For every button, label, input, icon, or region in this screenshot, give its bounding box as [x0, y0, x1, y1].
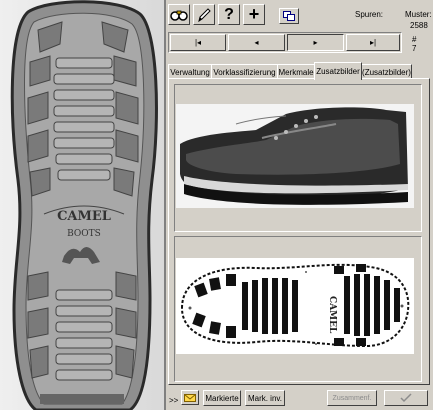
last-record-button[interactable]: ▸| [346, 34, 400, 51]
tab-verwaltung[interactable]: Verwaltung [168, 64, 212, 79]
help-button[interactable]: ? [218, 4, 240, 25]
envelope-icon [184, 393, 196, 402]
tab-zusatzbilder[interactable]: Zusatzbilder [314, 62, 362, 80]
pattern-count: 2588 [410, 21, 428, 30]
marked-button[interactable]: Markierte [203, 390, 241, 406]
binoculars-button[interactable] [168, 4, 190, 25]
combine-button[interactable]: Zusammenf. [327, 390, 377, 406]
previous-icon: ◂ [254, 38, 259, 47]
first-icon: |◂ [194, 38, 202, 47]
tab-zusatzbilder-secondary[interactable]: (Zusatzbilder) [361, 64, 412, 79]
first-record-button[interactable]: |◂ [170, 34, 226, 51]
brand-logo-text: CAMEL [57, 209, 111, 224]
tab-label: Verwaltung [170, 67, 210, 77]
plus-icon: + [248, 4, 260, 24]
mark-invert-label: Mark. inv. [247, 393, 283, 403]
last-icon: ▸| [369, 38, 377, 47]
copy-button[interactable] [279, 8, 299, 24]
tab-merkmale[interactable]: Merkmale [277, 64, 315, 79]
add-button[interactable]: + [243, 4, 265, 25]
traces-label: Spuren: [355, 10, 384, 19]
pencil-icon [198, 7, 211, 22]
record-number-label: # [412, 35, 417, 44]
svg-text:BOOTS: BOOTS [67, 229, 101, 239]
copy-icon [283, 11, 295, 21]
help-icon: ? [224, 5, 234, 23]
pattern-label: Muster: [405, 10, 432, 19]
svg-text:CAMEL: CAMEL [327, 296, 337, 334]
previous-record-button[interactable]: ◂ [228, 34, 285, 51]
boot-side-image [176, 104, 414, 208]
checkmark-icon [400, 393, 412, 403]
marked-button-label: Markierte [205, 393, 239, 403]
record-number-value: 7 [412, 44, 417, 53]
sole-print-image: CAMEL [176, 258, 414, 354]
tab-label: (Zusatzbilder) [362, 67, 411, 77]
tab-label: Vorklassifizierung [213, 67, 276, 77]
envelope-button[interactable] [181, 390, 199, 405]
binoculars-icon [170, 10, 188, 21]
tab-label: Zusatzbilder [316, 67, 360, 76]
tab-label: Merkmale [278, 67, 314, 77]
confirm-button[interactable] [384, 390, 428, 406]
edit-button[interactable] [193, 4, 215, 25]
panel-divider [164, 0, 166, 410]
next-record-button[interactable]: ▸ [287, 34, 344, 51]
combine-label: Zusammenf. [332, 394, 372, 402]
next-icon: ▸ [313, 38, 318, 47]
shoe-sole-image: CAMEL BOOTS [0, 0, 164, 410]
mark-invert-button[interactable]: Mark. inv. [245, 390, 285, 406]
tab-vorklassifizierung[interactable]: Vorklassifizierung [211, 64, 278, 79]
expand-arrows[interactable]: >> [169, 396, 178, 405]
